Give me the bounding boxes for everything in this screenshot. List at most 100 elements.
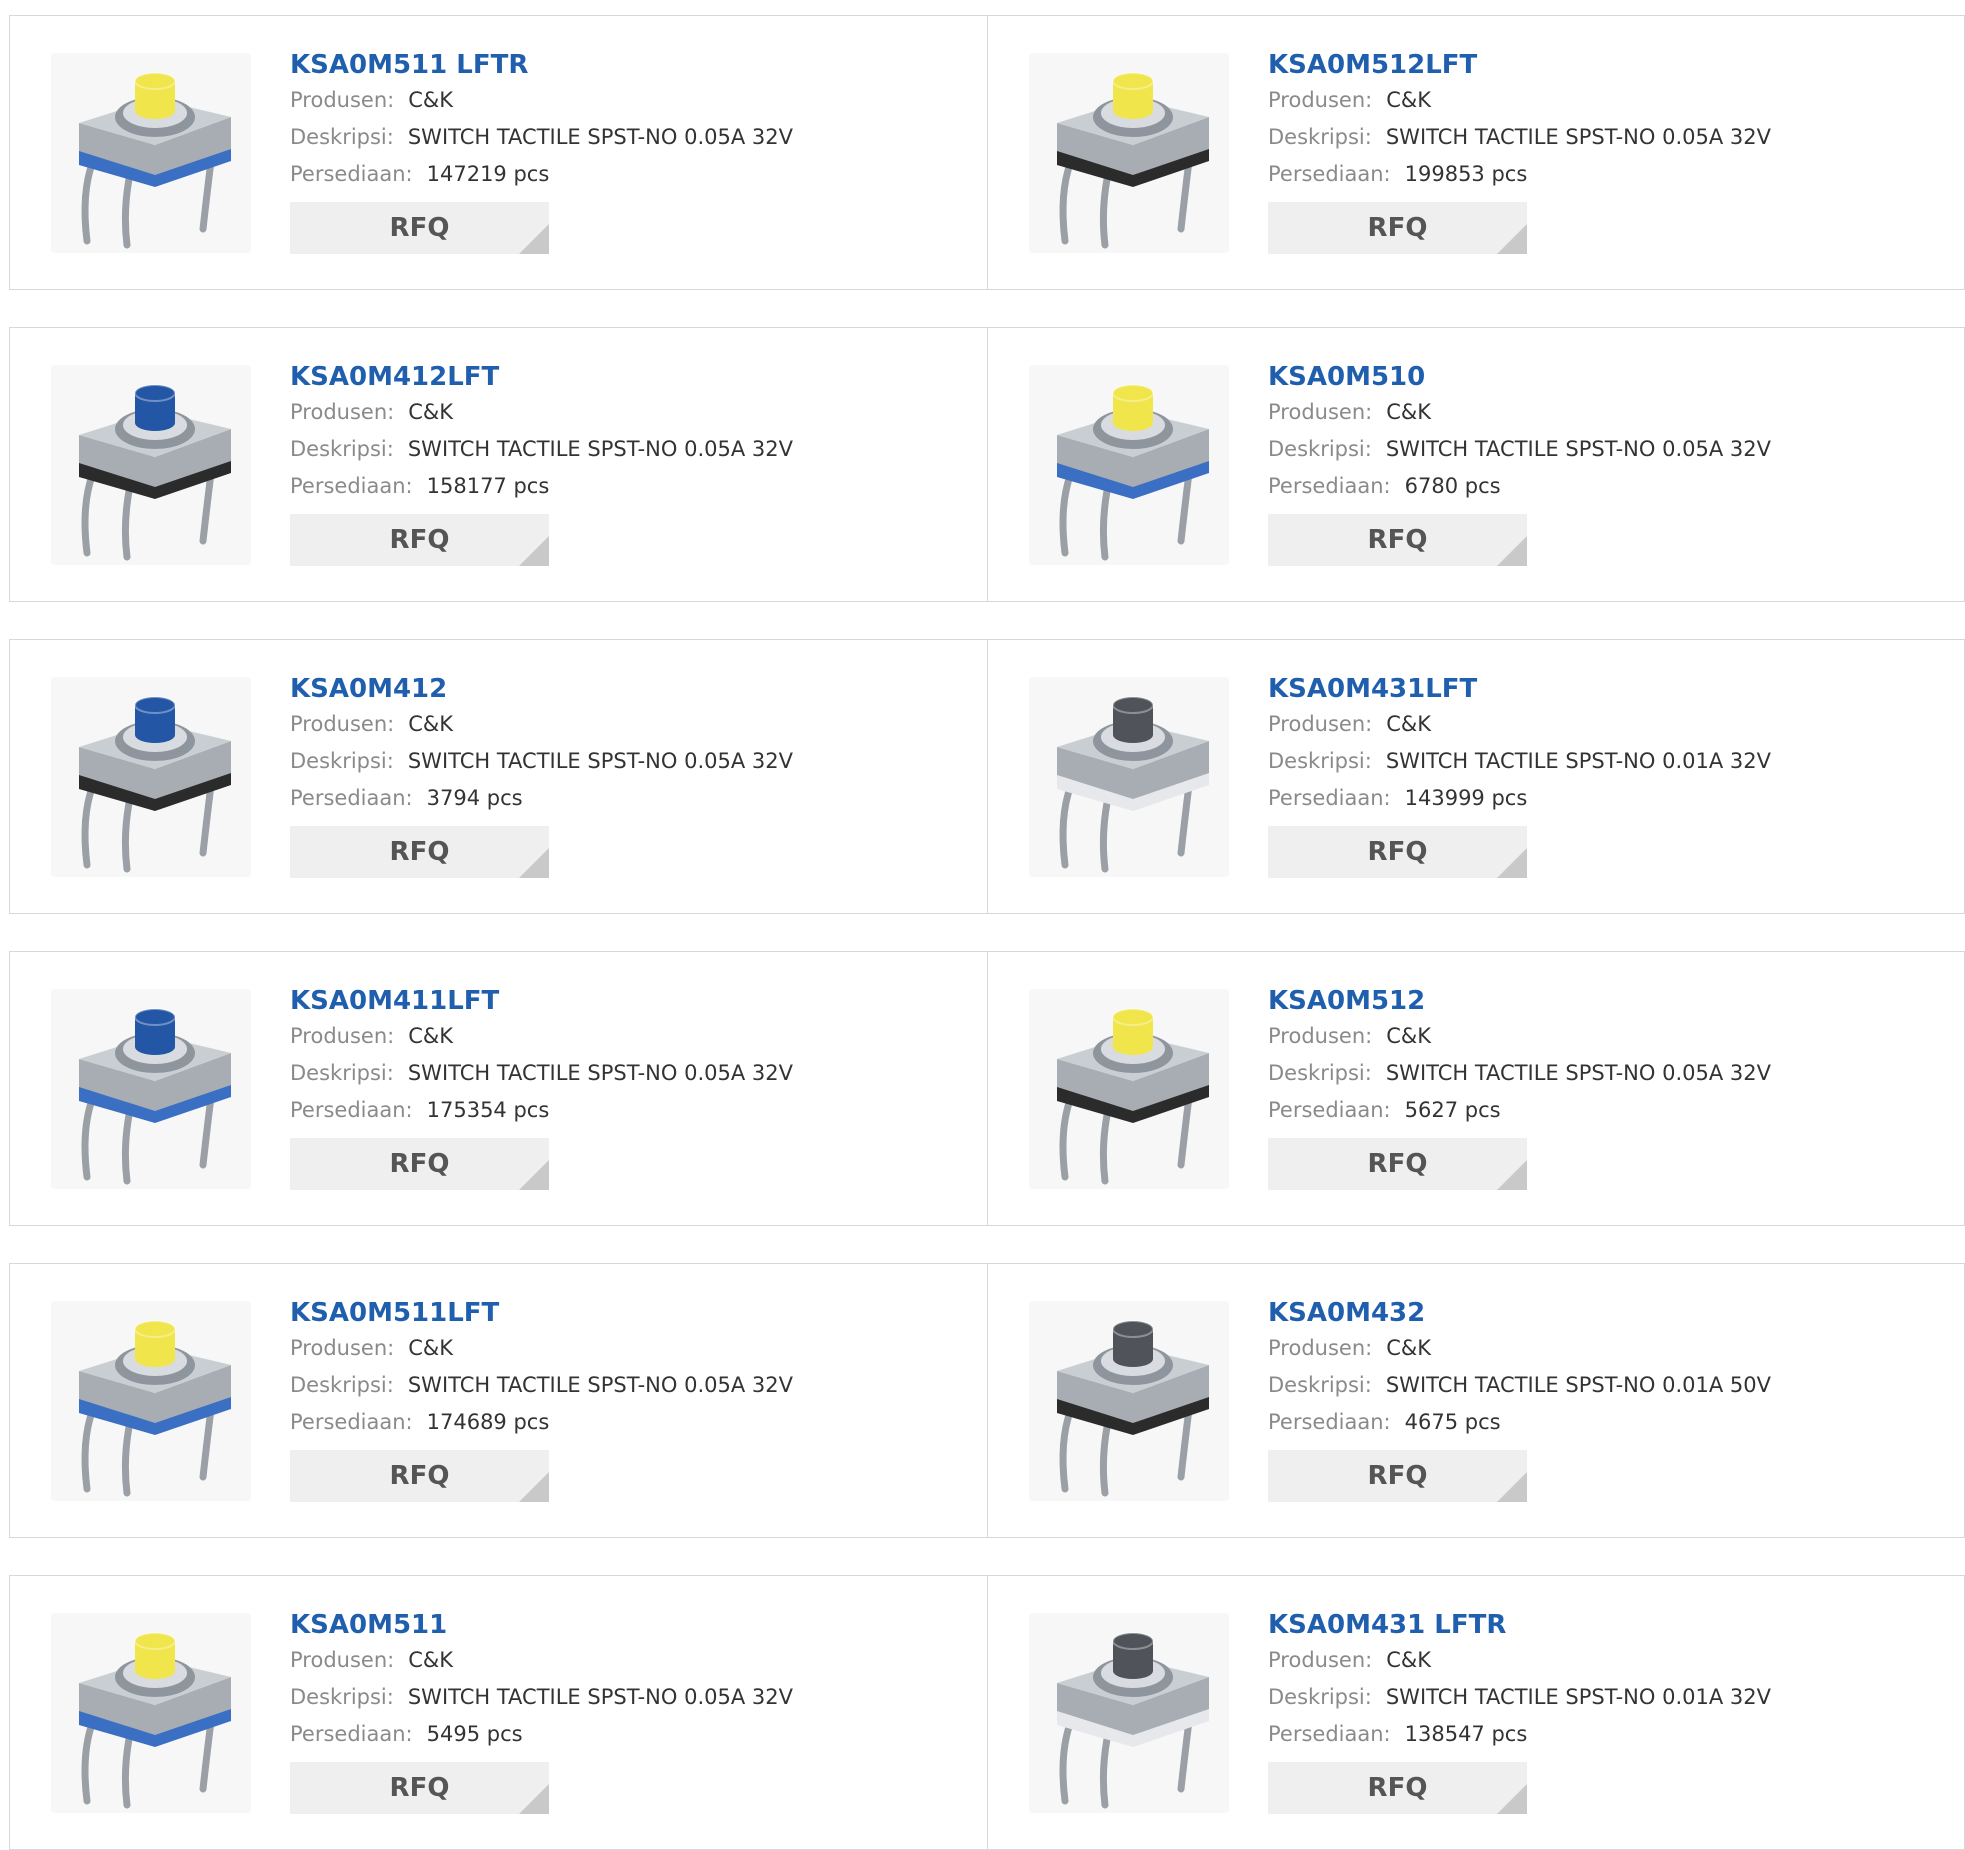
manufacturer-line: Produsen: C&K <box>1268 1642 1771 1679</box>
description-value: SWITCH TACTILE SPST-NO 0.01A 32V <box>1385 749 1771 773</box>
rfq-button[interactable]: RFQ <box>1268 826 1527 878</box>
description-line: Deskripsi: SWITCH TACTILE SPST-NO 0.05A 3… <box>1268 1055 1771 1092</box>
description-line: Deskripsi: SWITCH TACTILE SPST-NO 0.05A 3… <box>290 743 793 780</box>
part-number-link[interactable]: KSA0M512 <box>1268 984 1771 1018</box>
part-number-link[interactable]: KSA0M432 <box>1268 1296 1771 1330</box>
description-label: Deskripsi: <box>290 1373 394 1397</box>
product-card: KSA0M431LFT Produsen: C&K Deskripsi: SWITC… <box>988 640 1965 913</box>
manufacturer-line: Produsen: C&K <box>1268 1018 1771 1055</box>
product-image[interactable] <box>1029 53 1229 253</box>
rfq-label: RFQ <box>389 525 450 555</box>
stock-label: Persediaan: <box>1268 786 1391 810</box>
part-number-link[interactable]: KSA0M411LFT <box>290 984 793 1018</box>
stock-label: Persediaan: <box>290 786 413 810</box>
product-row: KSA0M411LFT Produsen: C&K Deskripsi: SWITC… <box>9 951 1965 1226</box>
stock-value: 138547 pcs <box>1404 1722 1528 1746</box>
description-value: SWITCH TACTILE SPST-NO 0.01A 50V <box>1385 1373 1771 1397</box>
product-image[interactable] <box>51 365 251 565</box>
part-number-link[interactable]: KSA0M412LFT <box>290 360 793 394</box>
product-image[interactable] <box>51 1301 251 1501</box>
description-line: Deskripsi: SWITCH TACTILE SPST-NO 0.05A 3… <box>290 1367 793 1404</box>
part-number-link[interactable]: KSA0M511LFT <box>290 1296 793 1330</box>
description-value: SWITCH TACTILE SPST-NO 0.05A 32V <box>407 1373 793 1397</box>
description-value: SWITCH TACTILE SPST-NO 0.05A 32V <box>1385 1061 1771 1085</box>
button-corner-decoration <box>1497 1472 1527 1502</box>
button-corner-decoration <box>519 536 549 566</box>
part-number-link[interactable]: KSA0M510 <box>1268 360 1771 394</box>
description-label: Deskripsi: <box>290 1061 394 1085</box>
rfq-label: RFQ <box>389 837 450 867</box>
part-number-link[interactable]: KSA0M412 <box>290 672 793 706</box>
button-corner-decoration <box>1497 1160 1527 1190</box>
rfq-button[interactable]: RFQ <box>1268 1138 1527 1190</box>
button-corner-decoration <box>1497 1784 1527 1814</box>
rfq-button[interactable]: RFQ <box>1268 514 1527 566</box>
manufacturer-line: Produsen: C&K <box>290 394 793 431</box>
stock-label: Persediaan: <box>290 474 413 498</box>
manufacturer-value: C&K <box>1386 712 1432 736</box>
description-label: Deskripsi: <box>1268 437 1372 461</box>
product-card: KSA0M412LFT Produsen: C&K Deskripsi: SWITC… <box>10 328 987 601</box>
button-corner-decoration <box>519 1160 549 1190</box>
stock-label: Persediaan: <box>290 1722 413 1746</box>
manufacturer-label: Produsen: <box>1268 712 1373 736</box>
stock-line: Persediaan: 143999 pcs <box>1268 780 1771 817</box>
product-image[interactable] <box>1029 1613 1229 1813</box>
manufacturer-line: Produsen: C&K <box>290 82 793 119</box>
product-card: KSA0M512 Produsen: C&K Deskripsi: SWITCH T… <box>988 952 1965 1225</box>
stock-line: Persediaan: 4675 pcs <box>1268 1404 1771 1441</box>
manufacturer-line: Produsen: C&K <box>290 706 793 743</box>
stock-label: Persediaan: <box>1268 1722 1391 1746</box>
stock-label: Persediaan: <box>290 1410 413 1434</box>
manufacturer-label: Produsen: <box>1268 1336 1373 1360</box>
rfq-button[interactable]: RFQ <box>290 514 549 566</box>
description-value: SWITCH TACTILE SPST-NO 0.05A 32V <box>407 749 793 773</box>
description-value: SWITCH TACTILE SPST-NO 0.01A 32V <box>1385 1685 1771 1709</box>
rfq-button[interactable]: RFQ <box>290 1762 549 1814</box>
product-info: KSA0M510 Produsen: C&K Deskripsi: SWITCH T… <box>1268 358 1771 566</box>
rfq-label: RFQ <box>389 1461 450 1491</box>
product-image[interactable] <box>1029 365 1229 565</box>
description-label: Deskripsi: <box>1268 125 1372 149</box>
product-image[interactable] <box>51 677 251 877</box>
rfq-button[interactable]: RFQ <box>290 1138 549 1190</box>
stock-label: Persediaan: <box>1268 1410 1391 1434</box>
button-corner-decoration <box>519 224 549 254</box>
part-number-link[interactable]: KSA0M511 <box>290 1608 793 1642</box>
rfq-label: RFQ <box>389 1149 450 1179</box>
part-number-link[interactable]: KSA0M431 LFTR <box>1268 1608 1771 1642</box>
part-number-link[interactable]: KSA0M511 LFTR <box>290 48 793 82</box>
rfq-button[interactable]: RFQ <box>290 1450 549 1502</box>
product-info: KSA0M432 Produsen: C&K Deskripsi: SWITCH T… <box>1268 1294 1771 1502</box>
description-label: Deskripsi: <box>1268 1061 1372 1085</box>
product-image[interactable] <box>51 1613 251 1813</box>
rfq-button[interactable]: RFQ <box>1268 1762 1527 1814</box>
manufacturer-line: Produsen: C&K <box>1268 82 1771 119</box>
rfq-button[interactable]: RFQ <box>1268 1450 1527 1502</box>
manufacturer-label: Produsen: <box>290 400 395 424</box>
stock-line: Persediaan: 5627 pcs <box>1268 1092 1771 1129</box>
part-number-link[interactable]: KSA0M431LFT <box>1268 672 1771 706</box>
manufacturer-value: C&K <box>1386 400 1432 424</box>
product-image[interactable] <box>1029 1301 1229 1501</box>
product-grid: KSA0M511 LFTR Produsen: C&K Deskripsi: SWI… <box>0 0 1965 1850</box>
manufacturer-value: C&K <box>408 88 454 112</box>
rfq-button[interactable]: RFQ <box>290 826 549 878</box>
part-number-link[interactable]: KSA0M512LFT <box>1268 48 1771 82</box>
rfq-button[interactable]: RFQ <box>1268 202 1527 254</box>
rfq-label: RFQ <box>389 1773 450 1803</box>
stock-value: 143999 pcs <box>1404 786 1528 810</box>
product-image[interactable] <box>51 989 251 1189</box>
product-info: KSA0M411LFT Produsen: C&K Deskripsi: SWITC… <box>290 982 793 1190</box>
manufacturer-label: Produsen: <box>290 1648 395 1672</box>
stock-value: 3794 pcs <box>426 786 523 810</box>
product-image[interactable] <box>1029 989 1229 1189</box>
stock-label: Persediaan: <box>1268 1098 1391 1122</box>
manufacturer-label: Produsen: <box>290 1024 395 1048</box>
rfq-button[interactable]: RFQ <box>290 202 549 254</box>
product-info: KSA0M512LFT Produsen: C&K Deskripsi: SWITC… <box>1268 46 1771 254</box>
product-image[interactable] <box>51 53 251 253</box>
product-image[interactable] <box>1029 677 1229 877</box>
product-info: KSA0M431 LFTR Produsen: C&K Deskripsi: SWI… <box>1268 1606 1771 1814</box>
product-row: KSA0M511 LFTR Produsen: C&K Deskripsi: SWI… <box>9 15 1965 290</box>
